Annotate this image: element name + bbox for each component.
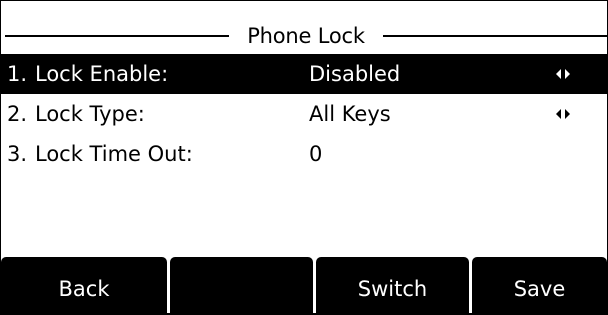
title-bar: Phone Lock (1, 21, 607, 51)
save-button[interactable]: Save (472, 257, 607, 313)
empty-softkey[interactable] (170, 257, 313, 313)
switch-button[interactable]: Switch (316, 257, 469, 313)
left-right-arrows-icon[interactable] (556, 94, 578, 134)
title-divider-right (383, 35, 607, 37)
menu-item-lock-enable[interactable]: 1. Lock Enable: Disabled (1, 54, 607, 94)
back-button[interactable]: Back (1, 257, 167, 313)
page-title: Phone Lock (247, 24, 365, 48)
menu-item-label: Lock Time Out: (35, 142, 193, 166)
menu-item-value[interactable]: 0 (309, 134, 322, 174)
menu-item-lock-type[interactable]: 2. Lock Type: All Keys (1, 94, 607, 134)
title-divider-left (5, 35, 229, 37)
menu-item-index: 1. (7, 62, 28, 86)
menu-item-lock-time-out[interactable]: 3. Lock Time Out: 0 (1, 134, 607, 174)
menu-item-value[interactable]: All Keys (309, 94, 391, 134)
menu-item-label: Lock Enable: (35, 62, 169, 86)
menu-item-label: Lock Type: (35, 102, 145, 126)
left-right-arrows-icon[interactable] (556, 54, 578, 94)
menu-item-index: 3. (7, 142, 28, 166)
menu-item-index: 2. (7, 102, 28, 126)
softkey-bar: Back Switch Save (1, 257, 607, 313)
menu-item-value[interactable]: Disabled (309, 54, 400, 94)
phone-screen: Phone Lock 1. Lock Enable: Disabled 2. L… (1, 1, 607, 313)
